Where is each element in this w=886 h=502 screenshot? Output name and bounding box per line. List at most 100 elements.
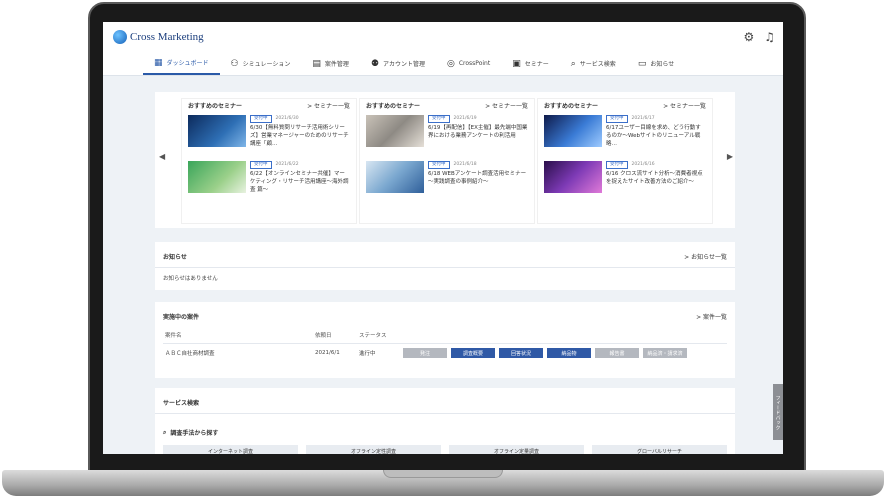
seminar-date: 2021/6/17 [631,116,655,121]
status-badge: 受付中 [250,161,272,169]
user-calc-icon: ⚇ [230,58,239,69]
seminar-date: 2021/6/18 [453,162,477,167]
carousel-next-icon[interactable]: ▶ [727,152,733,161]
notices-title: お知らせ [163,254,187,261]
nav-item[interactable]: ⚇ シミュレーション [220,52,302,75]
status-badge: 受付中 [428,115,450,123]
logo[interactable]: Cross Marketing [113,30,204,44]
method-search-label: ⌕ 調査手法から探す [155,414,735,445]
seminar-column-title: おすすめのセミナー [544,103,599,110]
nav-item[interactable]: ⚉ アカウント管理 [360,52,436,75]
nav-item-label: ダッシュボード [166,60,209,67]
seminar-list-link[interactable]: > セミナー一覧 [663,101,706,110]
column-header: 依頼日 [313,327,357,344]
services-title: サービス検索 [163,400,200,407]
column-header: ステータス [357,327,401,344]
laptop-notch [383,470,503,478]
method-button[interactable]: オフライン定量調査 [449,445,584,454]
nav-item-label: シミュレーション [242,61,291,68]
seminar-title[interactable]: 6/19【再配信】【EX主催】最先端中国業界における業務アンケートの利活用 [428,124,528,140]
seminar-thumbnail[interactable] [188,161,246,193]
seminar-item[interactable]: 受付中 2021/6/18 6/18 WEBアンケート調査活用セミナー～実践調査の事… [360,158,534,204]
seminar-thumbnail[interactable] [544,115,602,147]
logo-text: Cross Marketing [130,31,204,43]
main-nav: ▦ ダッシュボード ⚇ シミュレーション ▤ 案件管理 ⚉ アカウント管理 ◎ CrossPoin… [103,52,783,76]
method-button[interactable]: オフライン定性調査 [306,445,441,454]
seminar-column: おすすめのセミナー > セミナー一覧受付中 2021/6/17 6/17ユーザー目線を… [537,98,713,224]
nav-item[interactable]: ◎ CrossPoint [436,52,501,75]
users-icon: ⚉ [370,58,379,69]
seminar-title[interactable]: 6/16 クロス流サイト分析～消費者視点を捉えたサイト改善方法のご紹介～ [606,170,706,186]
case-action-button[interactable]: 調査概要 [451,348,495,358]
seminar-item[interactable]: 受付中 2021/6/19 6/19【再配信】【EX主催】最先端中国業界における業務… [360,112,534,158]
nav-item-label: サービス検索 [579,61,616,68]
nav-item-label: アカウント管理 [382,61,425,68]
bell-icon[interactable]: ♫ [764,30,775,44]
column-header: 案件名 [163,327,313,344]
search-icon: ⌕ [163,428,167,436]
seminar-thumbnail[interactable] [366,115,424,147]
gear-icon[interactable]: ⚙ [743,30,754,44]
nav-item-label: CrossPoint [458,60,491,67]
case-action-button[interactable]: 納品済・請求済 [643,348,687,358]
nav-item-label: お知らせ [650,61,675,68]
nav-item[interactable]: ▣ セミナー [501,52,560,75]
case-action-button[interactable]: 回答状況 [499,348,543,358]
target-icon: ◎ [447,58,455,69]
case-action-button[interactable]: 発注 [403,348,447,358]
seminar-column-title: おすすめのセミナー [366,103,421,110]
seminar-list-link[interactable]: > セミナー一覧 [485,101,528,110]
method-button[interactable]: インターネット調査 [163,445,298,454]
seminar-thumbnail[interactable] [366,161,424,193]
seminar-column: おすすめのセミナー > セミナー一覧受付中 2021/6/30 6/30【無料質問リサ… [181,98,357,224]
seminar-title[interactable]: 6/18 WEBアンケート調査活用セミナー～実践調査の事例紹介～ [428,170,528,186]
case-action-button[interactable]: 納品物 [547,348,591,358]
seminar-title[interactable]: 6/30【無料質問リサーチ活用術シリーズ】営業マネージャーのためのリサーチ講座「… [250,124,350,148]
nav-item-label: セミナー [524,61,549,68]
seminar-title[interactable]: 6/17ユーザー目線を求め、どう行動するのか～Webサイトのリニューアル戦略… [606,124,706,148]
case-action-button[interactable]: 報告書 [595,348,639,358]
seminar-date: 2021/6/16 [631,162,655,167]
nav-item[interactable]: ▭ お知らせ [627,52,685,75]
notices-more-link[interactable]: > お知らせ一覧 [684,252,727,261]
method-list: インターネット調査 オフライン定性調査 オフライン定量調査 グローバルリサーチ [155,445,735,454]
method-search-text: 調査手法から探す [170,430,219,437]
seminar-item[interactable]: 受付中 2021/6/22 6/22【オンラインセミナー共催】マーケティング・リサー… [182,158,356,204]
news-icon: ▭ [637,58,647,69]
case-actions: 発注 調査概要 回答状況 納品物 報告書 納品済・請求済 [403,348,725,358]
cases-title: 実施中の案件 [163,314,200,321]
top-bar: Cross Marketing ⚙ ♫ [103,22,783,52]
seminar-thumbnail[interactable] [544,161,602,193]
cases-panel: 実施中の案件 > 案件一覧 案件名 依頼日 ステータス ＡＢＣ自社商材調査 20… [155,302,735,378]
top-icons: ⚙ ♫ [743,30,775,44]
seminar-column: おすすめのセミナー > セミナー一覧受付中 2021/6/19 6/19【再配信】【E… [359,98,535,224]
case-date: 2021/6/1 [315,350,340,356]
logo-icon [113,30,127,44]
notices-empty: お知らせはありません [163,276,218,282]
seminar-date: 2021/6/19 [453,116,477,121]
case-name[interactable]: ＡＢＣ自社商材調査 [163,344,313,363]
seminar-title[interactable]: 6/22【オンラインセミナー共催】マーケティング・リサーチ活用講座～海外調査 篇… [250,170,350,194]
search-icon: ⌕ [570,58,576,69]
seminar-icon: ▣ [512,58,521,69]
seminar-item[interactable]: 受付中 2021/6/16 6/16 クロス流サイト分析～消費者視点を捉えたサイト改… [538,158,712,204]
seminar-column-title: おすすめのセミナー [188,103,243,110]
seminar-list-link[interactable]: > セミナー一覧 [307,101,350,110]
seminar-date: 2021/6/22 [275,162,299,167]
status-badge: 受付中 [606,115,628,123]
nav-item[interactable]: ▤ 案件管理 [301,52,360,75]
nav-item[interactable]: ▦ ダッシュボード [143,52,220,75]
seminar-item[interactable]: 受付中 2021/6/17 6/17ユーザー目線を求め、どう行動するのか～Webサイ… [538,112,712,158]
cases-table: 案件名 依頼日 ステータス ＡＢＣ自社商材調査 2021/6/1 進行中 発注調… [163,327,727,362]
nav-item-label: 案件管理 [324,61,349,68]
seminar-item[interactable]: 受付中 2021/6/30 6/30【無料質問リサーチ活用術シリーズ】営業マネージャ… [182,112,356,158]
cases-more-link[interactable]: > 案件一覧 [696,312,727,321]
carousel-prev-icon[interactable]: ◀ [159,152,165,161]
case-status: 進行中 [359,351,376,357]
nav-item[interactable]: ⌕ サービス検索 [560,52,627,75]
feedback-tab[interactable]: フィードバック [773,384,783,440]
method-button[interactable]: グローバルリサーチ [592,445,727,454]
services-panel: サービス検索 ⌕ 調査手法から探す インターネット調査 オフライン定性調査 オフライ… [155,388,735,454]
column-header-actions [401,327,727,344]
seminar-thumbnail[interactable] [188,115,246,147]
